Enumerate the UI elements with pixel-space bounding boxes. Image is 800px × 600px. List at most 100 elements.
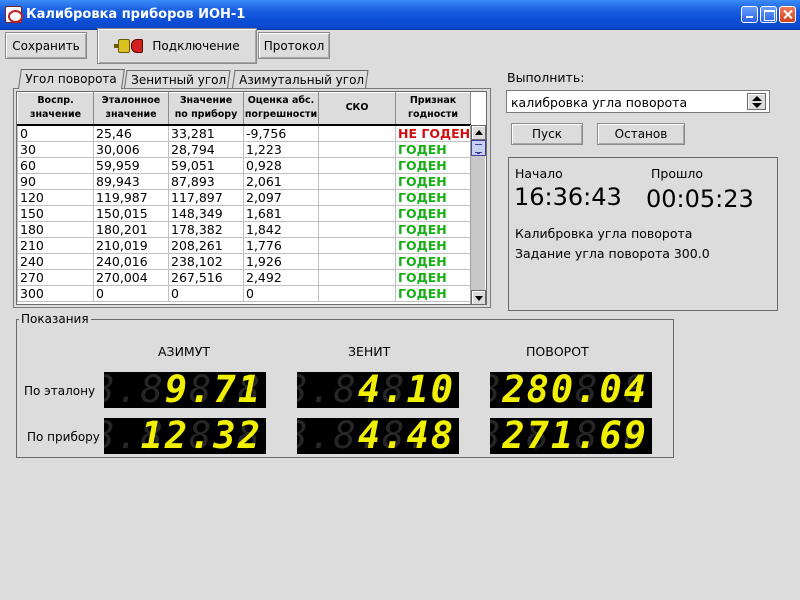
maximize-icon bbox=[761, 7, 776, 22]
tab-azimuth-angle[interactable]: Азимутальный угол bbox=[232, 70, 369, 88]
device-row-label: По прибору bbox=[27, 430, 100, 444]
window-title: Калибровка приборов ИОН-1 bbox=[26, 7, 246, 22]
table-cell-sko bbox=[318, 172, 396, 190]
table-row[interactable]: 60 59,959 59,051 0,928 ГОДЕН bbox=[17, 156, 472, 174]
table-row[interactable]: 90 89,943 87,893 2,061 ГОДЕН bbox=[17, 172, 472, 190]
scroll-up-button[interactable] bbox=[471, 125, 486, 140]
app-icon bbox=[5, 6, 23, 23]
table-cell-err: 2,097 bbox=[243, 188, 319, 206]
table-cell-dev: 117,897 bbox=[168, 188, 244, 206]
table-cell-status: ГОДЕН bbox=[394, 204, 472, 222]
close-button[interactable] bbox=[779, 6, 796, 23]
table-cell-err: 0 bbox=[243, 284, 319, 302]
table-row[interactable]: 240 240,016 238,102 1,926 ГОДЕН bbox=[17, 252, 472, 270]
table-cell-err: 1,223 bbox=[243, 140, 319, 158]
table-cell-err: -9,756 bbox=[243, 123, 319, 142]
plug-icon bbox=[114, 36, 148, 56]
table-cell-sko bbox=[318, 140, 396, 158]
column-header[interactable]: Воспр. значение bbox=[17, 92, 94, 125]
column-header[interactable]: Эталонное значение bbox=[93, 92, 169, 125]
table-cell-err: 1,926 bbox=[243, 252, 319, 270]
table-cell-sko bbox=[318, 220, 396, 238]
select-spin-icon[interactable] bbox=[747, 93, 766, 110]
table-cell-status: ГОДЕН bbox=[394, 140, 472, 158]
table-cell-dev: 59,051 bbox=[168, 156, 244, 174]
table-cell-dev: 28,794 bbox=[168, 140, 244, 158]
tab-zenith-angle[interactable]: Зенитный угол bbox=[124, 70, 231, 88]
stop-button[interactable]: Останов bbox=[597, 123, 685, 145]
minimize-button[interactable] bbox=[741, 6, 758, 23]
lcd-reference-zenith: 8.8.8.8.8 4.10 bbox=[297, 372, 459, 408]
lcd-device-zenith: 8.8.8.8.8 4.48 bbox=[297, 418, 459, 454]
table-cell-ref: 89,943 bbox=[93, 172, 169, 190]
results-table: Воспр. значение Эталонное значение Значение п… bbox=[16, 91, 487, 305]
column-header[interactable]: СКО bbox=[318, 92, 396, 125]
table-cell-set: 300 bbox=[17, 284, 94, 302]
status-line-2: Задание угла поворота 300.0 bbox=[515, 246, 710, 261]
table-cell-status: ГОДЕН bbox=[394, 252, 472, 270]
readings-legend: Показания bbox=[21, 312, 89, 326]
table-cell-ref: 119,987 bbox=[93, 188, 169, 206]
protocol-button[interactable]: Протокол bbox=[258, 32, 330, 59]
table-cell-sko bbox=[318, 268, 396, 286]
table-cell-err: 0,928 bbox=[243, 156, 319, 174]
lcd-device-rotation: 8.8.8.8.8 271.69 bbox=[490, 418, 652, 454]
maximize-button[interactable] bbox=[760, 6, 777, 23]
scroll-down-button[interactable] bbox=[471, 290, 486, 304]
table-row[interactable]: 300 0 0 0 ГОДЕН bbox=[17, 284, 472, 302]
close-icon bbox=[780, 7, 795, 22]
table-cell-ref: 25,46 bbox=[93, 123, 169, 142]
lcd-reference-rotation: 8.8.8.8.8 280.04 bbox=[490, 372, 652, 408]
lcd-reference-azimuth: 8.8.8.8.8 9.71 bbox=[104, 372, 266, 408]
table-cell-sko bbox=[318, 284, 396, 302]
table-cell-set: 120 bbox=[17, 188, 94, 206]
table-cell-status: ГОДЕН bbox=[394, 188, 472, 206]
table-cell-ref: 180,201 bbox=[93, 220, 169, 238]
table-cell-err: 2,492 bbox=[243, 268, 319, 286]
table-cell-set: 60 bbox=[17, 156, 94, 174]
table-cell-ref: 210,019 bbox=[93, 236, 169, 254]
table-cell-set: 270 bbox=[17, 268, 94, 286]
table-cell-ref: 240,016 bbox=[93, 252, 169, 270]
table-cell-sko bbox=[318, 156, 396, 174]
connect-button[interactable]: Подключение bbox=[97, 28, 257, 64]
table-cell-status: НЕ ГОДЕН bbox=[394, 123, 472, 142]
table-scrollbar[interactable] bbox=[470, 125, 486, 304]
save-button[interactable]: Сохранить bbox=[5, 32, 87, 59]
table-row[interactable]: 120 119,987 117,897 2,097 ГОДЕН bbox=[17, 188, 472, 206]
table-row[interactable]: 30 30,006 28,794 1,223 ГОДЕН bbox=[17, 140, 472, 158]
table-cell-dev: 87,893 bbox=[168, 172, 244, 190]
table-cell-ref: 30,006 bbox=[93, 140, 169, 158]
tab-rotation-angle[interactable]: Угол поворота bbox=[18, 69, 125, 89]
status-line-1: Калибровка угла поворота bbox=[515, 226, 693, 241]
table-row[interactable]: 270 270,004 267,516 2,492 ГОДЕН bbox=[17, 268, 472, 286]
column-header[interactable]: Оценка абс. погрешности bbox=[243, 92, 319, 125]
table-cell-dev: 238,102 bbox=[168, 252, 244, 270]
mode-select-value: калибровка угла поворота bbox=[511, 95, 688, 110]
mode-select[interactable]: калибровка угла поворота bbox=[506, 90, 770, 113]
table-cell-set: 150 bbox=[17, 204, 94, 222]
table-cell-set: 210 bbox=[17, 236, 94, 254]
reference-row-label: По эталону bbox=[24, 384, 96, 398]
table-row[interactable]: 0 25,46 33,281 -9,756 НЕ ГОДЕН bbox=[17, 123, 472, 142]
table-row[interactable]: 210 210,019 208,261 1,776 ГОДЕН bbox=[17, 236, 472, 254]
table-cell-status: ГОДЕН bbox=[394, 172, 472, 190]
rotation-header: ПОВОРОТ bbox=[526, 344, 589, 359]
table-cell-sko bbox=[318, 123, 396, 142]
table-cell-sko bbox=[318, 188, 396, 206]
table-cell-status: ГОДЕН bbox=[394, 220, 472, 238]
execute-label: Выполнить: bbox=[507, 70, 585, 85]
column-header[interactable]: Признак годности bbox=[394, 92, 472, 125]
scroll-thumb[interactable] bbox=[471, 140, 486, 156]
table-cell-set: 240 bbox=[17, 252, 94, 270]
table-row[interactable]: 150 150,015 148,349 1,681 ГОДЕН bbox=[17, 204, 472, 222]
table-cell-dev: 0 bbox=[168, 284, 244, 302]
azimuth-header: АЗИМУТ bbox=[158, 344, 210, 359]
table-cell-status: ГОДЕН bbox=[394, 236, 472, 254]
start-button[interactable]: Пуск bbox=[511, 123, 583, 145]
table-row[interactable]: 180 180,201 178,382 1,842 ГОДЕН bbox=[17, 220, 472, 238]
table-cell-dev: 178,382 bbox=[168, 220, 244, 238]
table-cell-ref: 270,004 bbox=[93, 268, 169, 286]
column-header[interactable]: Значение по прибору bbox=[168, 92, 244, 125]
connect-label: Подключение bbox=[152, 39, 240, 53]
